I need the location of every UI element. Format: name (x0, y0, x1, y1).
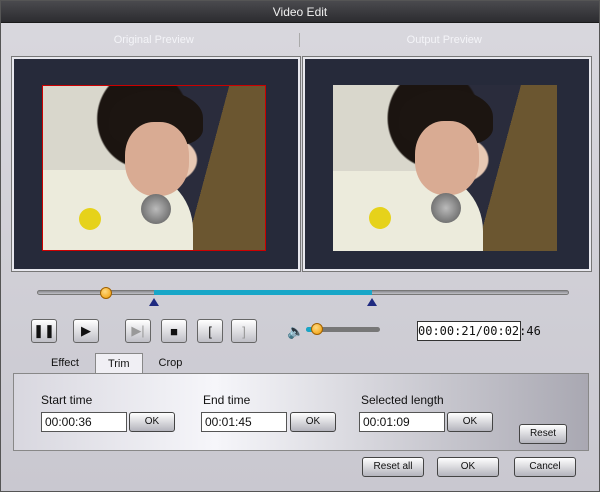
selected-length-label: Selected length (361, 393, 444, 407)
mark-out-icon: ] (242, 323, 246, 339)
end-time-label: End time (203, 393, 251, 407)
selected-length-field[interactable]: 00:01:09 (359, 412, 445, 432)
output-preview-label: Output Preview (406, 34, 482, 46)
start-time-label: Start time (41, 393, 93, 407)
play-button[interactable]: ▶ (73, 319, 99, 343)
pause-button[interactable]: ❚❚ (31, 319, 57, 343)
start-time-ok-button[interactable]: OK (129, 412, 175, 432)
tab-crop[interactable]: Crop (147, 353, 195, 373)
video-content-mic (141, 194, 171, 224)
ok-button[interactable]: OK (437, 457, 499, 477)
volume-knob[interactable] (311, 323, 324, 335)
end-time-field[interactable]: 00:01:45 (201, 412, 287, 432)
edit-tabs: Effect Trim Crop (39, 353, 194, 373)
tab-effect[interactable]: Effect (39, 353, 91, 373)
stop-icon: ■ (170, 323, 178, 339)
video-content-face (415, 121, 479, 195)
original-video-frame (42, 85, 266, 251)
reset-all-button[interactable]: Reset all (362, 457, 424, 477)
stop-button[interactable]: ■ (161, 319, 187, 343)
video-content-badge (369, 207, 391, 229)
mark-in-button[interactable]: [ (197, 319, 223, 343)
window-title: Video Edit (1, 1, 599, 23)
play-icon: ▶ (81, 323, 91, 338)
start-time-field[interactable]: 00:00:36 (41, 412, 127, 432)
timeline-selection (154, 290, 373, 295)
output-preview (303, 57, 591, 271)
selection-end-marker[interactable] (367, 298, 378, 306)
video-content-face (125, 122, 189, 196)
end-time-ok-button[interactable]: OK (290, 412, 336, 432)
video-content-badge (79, 208, 101, 230)
pause-icon: ❚❚ (33, 323, 55, 338)
video-edit-window: Video Edit Original Preview Output Previ… (0, 0, 600, 492)
selected-length-ok-button[interactable]: OK (447, 412, 493, 432)
cancel-button[interactable]: Cancel (514, 457, 576, 477)
selection-start-marker[interactable] (149, 298, 160, 306)
mark-out-button[interactable]: ] (231, 319, 257, 343)
output-video-frame (333, 85, 557, 251)
step-forward-button[interactable]: ▶| (125, 319, 151, 343)
mark-in-icon: [ (208, 323, 212, 339)
tab-trim[interactable]: Trim (94, 353, 143, 373)
timeline-playhead[interactable] (100, 287, 113, 299)
reset-button[interactable]: Reset (519, 424, 567, 444)
video-content-mic (431, 193, 461, 223)
step-forward-icon: ▶| (131, 323, 145, 338)
original-preview-label: Original Preview (113, 34, 194, 46)
preview-headers: Original Preview Output Preview (9, 27, 589, 53)
original-preview (12, 57, 300, 271)
volume-icon[interactable]: 🔈 (287, 323, 304, 340)
time-display: 00:00:21/00:02:46 (417, 321, 541, 341)
